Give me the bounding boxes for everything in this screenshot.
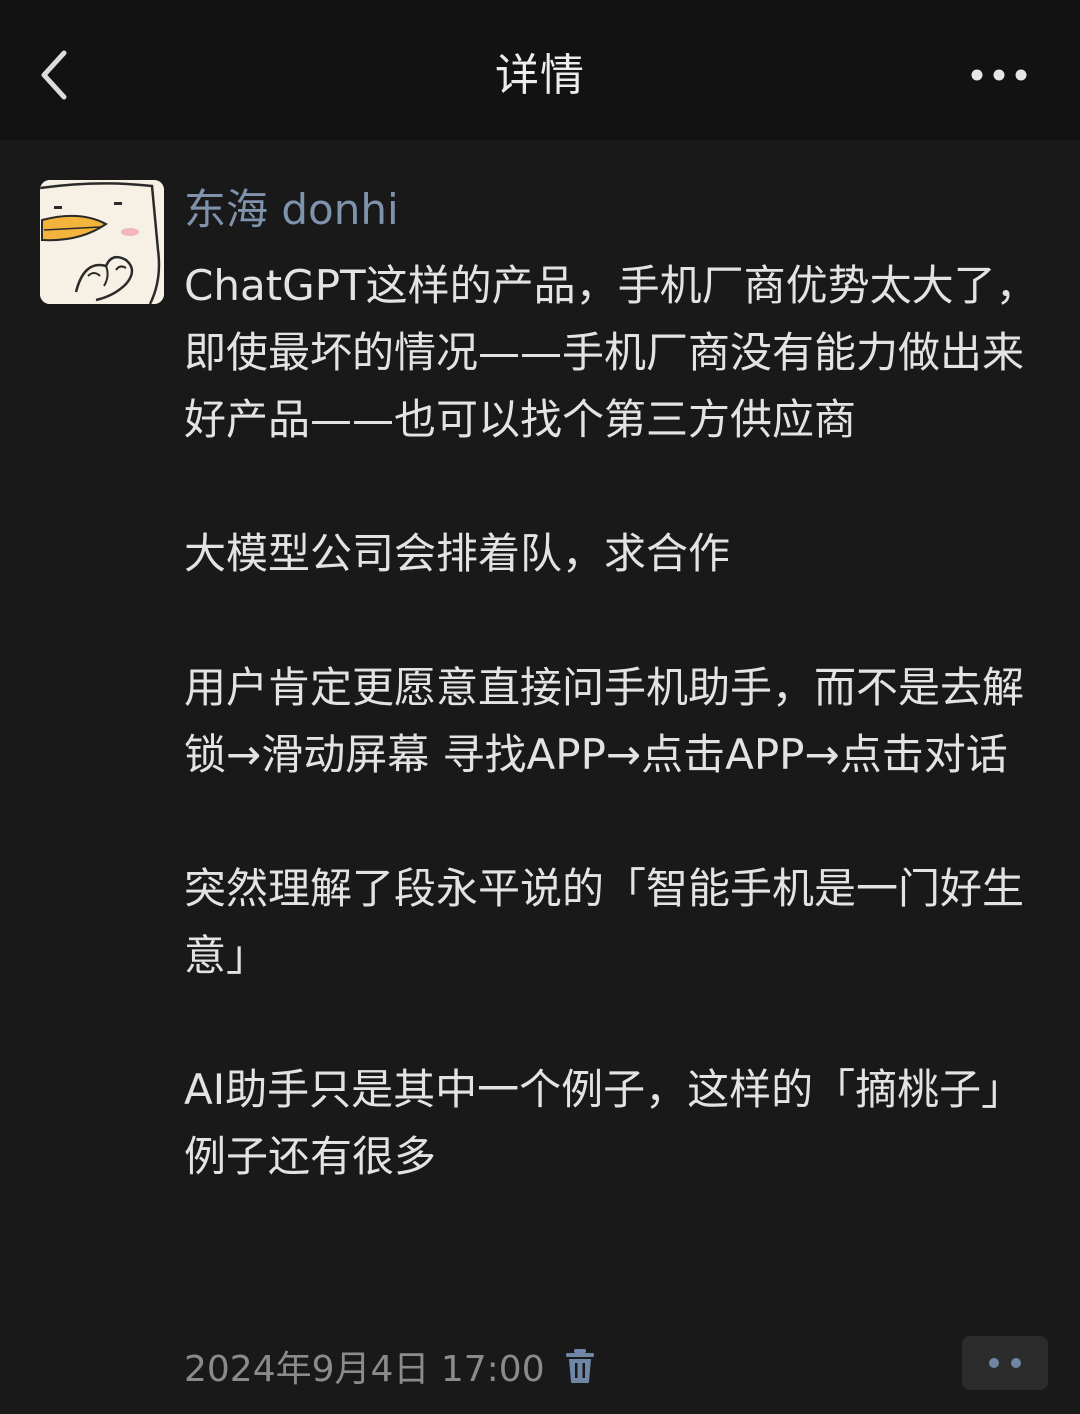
more-options-button[interactable] xyxy=(954,50,1044,100)
post-meta: 2024年9月4日 17:00 xyxy=(184,1338,597,1394)
trash-icon xyxy=(565,1349,594,1383)
post-paragraph: 用户肯定更愿意直接问手机助手，而不是去解锁→滑动屏幕 寻找APP→点击APP→点… xyxy=(184,663,1025,779)
two-dots-icon xyxy=(989,1358,1021,1368)
author-name[interactable]: 东海 donhi xyxy=(184,180,399,240)
post-paragraph: AI助手只是其中一个例子，这样的「摘桃子」例子还有很多 xyxy=(184,1065,1024,1181)
post-paragraph: 突然理解了段永平说的「智能手机是一门好生意」 xyxy=(184,864,1025,980)
more-horizontal-icon xyxy=(971,69,1027,81)
post-content: ChatGPT这样的产品，手机厂商优势太大了，即使最坏的情况——手机厂商没有能力… xyxy=(184,252,1046,1190)
post-paragraph: ChatGPT这样的产品，手机厂商优势太大了，即使最坏的情况——手机厂商没有能力… xyxy=(184,261,1038,444)
post-paragraph: 大模型公司会排着队，求合作 xyxy=(184,529,731,578)
post-timestamp: 2024年9月4日 17:00 xyxy=(184,1349,545,1390)
delete-button[interactable] xyxy=(563,1346,597,1386)
author-avatar[interactable] xyxy=(40,180,164,304)
comment-like-button[interactable] xyxy=(962,1336,1048,1390)
duck-avatar-icon xyxy=(40,180,164,304)
top-navigation-bar: 详情 xyxy=(0,0,1080,140)
page-title: 详情 xyxy=(495,50,585,101)
